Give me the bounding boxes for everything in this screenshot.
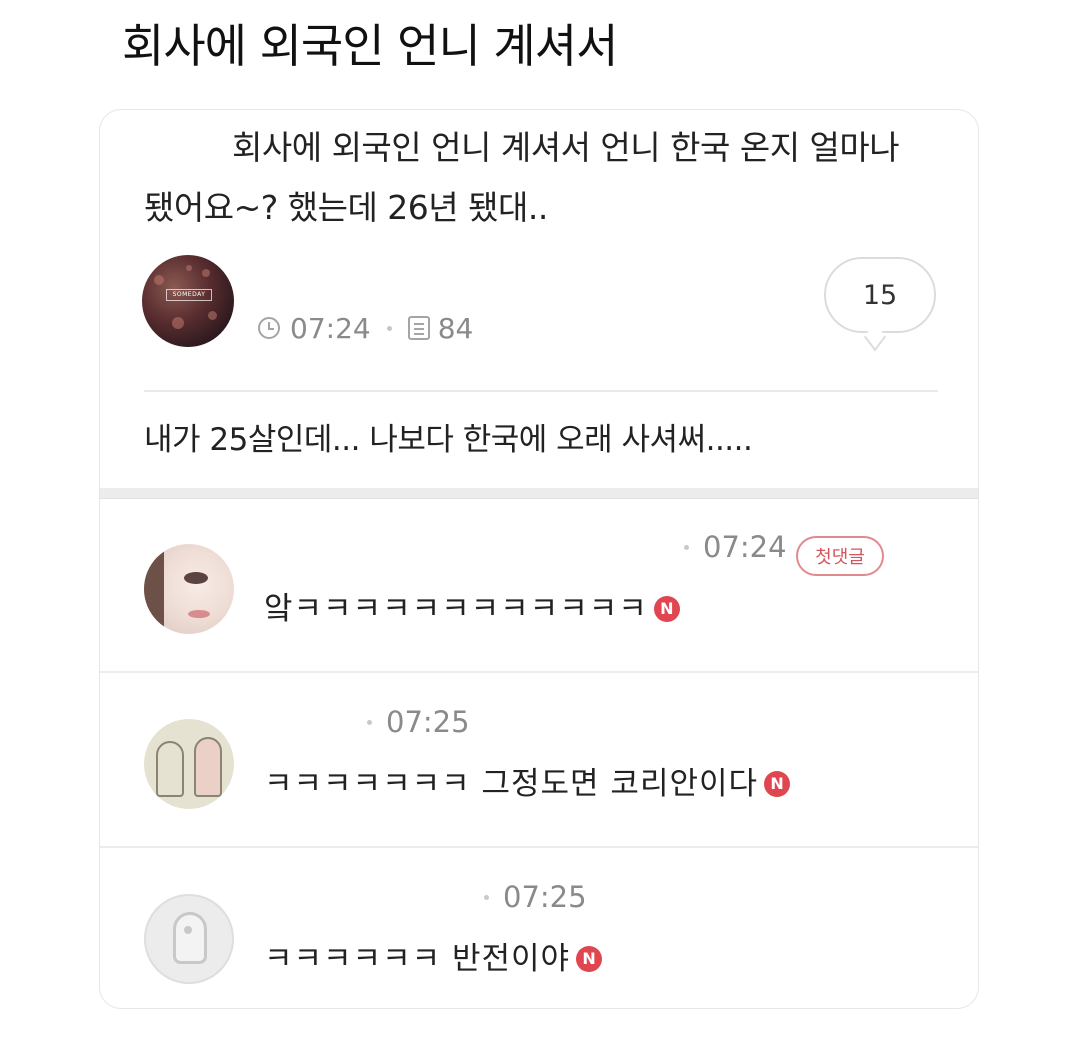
post-meta: 07:24 84	[258, 308, 473, 348]
comment-text: ㅋㅋㅋㅋㅋㅋㅋ 그정도면 코리안이다 N	[264, 759, 791, 809]
avatar-tag: SOMEDAY	[166, 289, 212, 301]
divider	[144, 390, 938, 392]
comment-item: 07:25 ㅋㅋㅋㅋㅋㅋㅋ 그정도면 코리안이다 N	[100, 675, 978, 848]
meta-separator	[367, 719, 372, 725]
comment-count: 15	[862, 279, 898, 311]
new-n-icon: N	[576, 946, 603, 972]
comment-count-button[interactable]: 15	[824, 257, 936, 333]
comment-item: 07:24 앜ㅋㅋㅋㅋㅋㅋㅋㅋㅋㅋㅋㅋ N	[100, 500, 978, 673]
section-divider	[100, 488, 978, 499]
meta-separator	[684, 544, 689, 550]
post-footer-text: 내가 25살인데... 나보다 한국에 오래 사셔써.....	[144, 422, 753, 458]
new-n-icon: N	[653, 596, 680, 622]
page-title: 회사에 외국인 언니 계셔서	[122, 19, 618, 73]
comment-text: 앜ㅋㅋㅋㅋㅋㅋㅋㅋㅋㅋㅋㅋ N	[264, 584, 680, 634]
meta-separator	[484, 894, 489, 900]
comment-time: 07:24	[684, 530, 787, 564]
post-body: 회사에 외국인 언니 계셔서 언니 한국 온지 얼마나 됐어요~? 했는데 26…	[144, 128, 900, 227]
comment-time: 07:25	[367, 705, 470, 739]
post-time: 07:24	[290, 311, 371, 345]
commenter-avatar[interactable]	[144, 894, 234, 984]
new-n-icon: N	[764, 771, 791, 797]
first-comment-badge: 첫댓글	[796, 536, 884, 576]
view-count: 84	[437, 311, 474, 345]
comment-item: 07:25 ㅋㅋㅋㅋㅋㅋ 반전이야 N	[100, 850, 978, 1008]
comment-time: 07:25	[484, 880, 587, 914]
commenter-avatar[interactable]	[144, 544, 234, 634]
author-avatar[interactable]: SOMEDAY	[142, 255, 234, 347]
meta-separator	[386, 325, 392, 331]
post-card: 회사에 외국인 언니 계셔서 언니 한국 온지 얼마나 됐어요~? 했는데 26…	[99, 109, 979, 1009]
commenter-avatar[interactable]	[144, 719, 234, 809]
document-icon	[407, 316, 430, 340]
clock-icon	[258, 317, 280, 339]
comment-text: ㅋㅋㅋㅋㅋㅋ 반전이야 N	[264, 934, 603, 984]
